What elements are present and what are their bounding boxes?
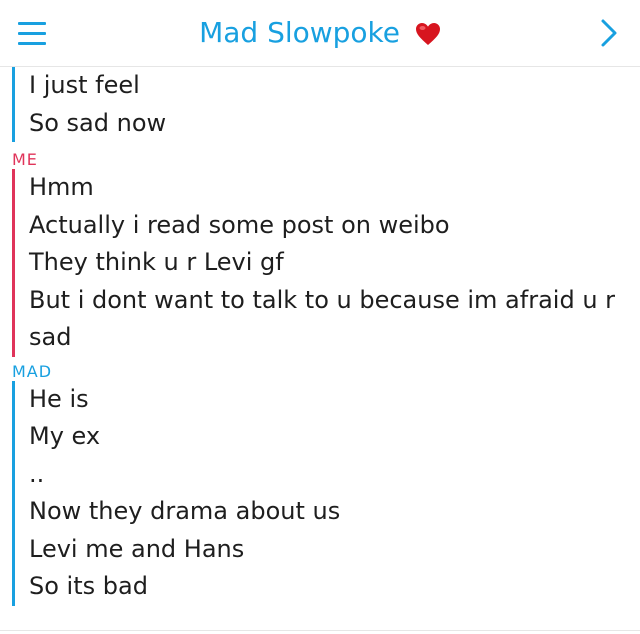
message-list: Hmm Actually i read some post on weibo T… bbox=[12, 169, 640, 357]
conversation: I just feel So sad now ME Hmm Actually i… bbox=[0, 67, 640, 606]
sender-label-mad: MAD bbox=[12, 361, 53, 381]
chat-message[interactable]: But i dont want to talk to u because im … bbox=[29, 282, 640, 320]
chat-title-text: Mad Slowpoke bbox=[199, 16, 400, 49]
message-group-continued: I just feel So sad now bbox=[0, 67, 640, 142]
chat-message[interactable]: Hmm bbox=[29, 169, 640, 207]
sender-color-bar bbox=[12, 169, 15, 357]
message-list: I just feel So sad now bbox=[12, 67, 640, 142]
chat-message[interactable]: So its bad bbox=[29, 568, 640, 606]
chevron-right-icon[interactable] bbox=[600, 18, 618, 48]
chat-message[interactable]: He is bbox=[29, 381, 640, 419]
chat-header: Mad Slowpoke bbox=[0, 0, 640, 67]
message-group-mad: MAD He is My ex .. Now they drama about … bbox=[0, 361, 640, 606]
heart-icon bbox=[415, 23, 440, 45]
chat-message[interactable]: They think u r Levi gf bbox=[29, 244, 640, 282]
message-list: He is My ex .. Now they drama about us L… bbox=[12, 380, 640, 606]
sender-color-bar bbox=[12, 67, 15, 142]
chat-message[interactable]: My ex bbox=[29, 418, 640, 456]
message-group-me: ME Hmm Actually i read some post on weib… bbox=[0, 151, 640, 357]
sender-label-me: ME bbox=[12, 150, 38, 169]
chat-title[interactable]: Mad Slowpoke bbox=[0, 14, 640, 52]
chat-message[interactable]: .. bbox=[29, 456, 640, 494]
divider bbox=[0, 630, 640, 631]
chat-message[interactable]: Now they drama about us bbox=[29, 493, 640, 531]
chat-message[interactable]: I just feel bbox=[29, 67, 640, 105]
chat-message[interactable]: Actually i read some post on weibo bbox=[29, 207, 640, 245]
sender-color-bar bbox=[12, 380, 15, 606]
chat-message[interactable]: So sad now bbox=[29, 105, 640, 143]
chat-message[interactable]: Levi me and Hans bbox=[29, 531, 640, 569]
chat-message[interactable]: sad bbox=[29, 319, 640, 357]
